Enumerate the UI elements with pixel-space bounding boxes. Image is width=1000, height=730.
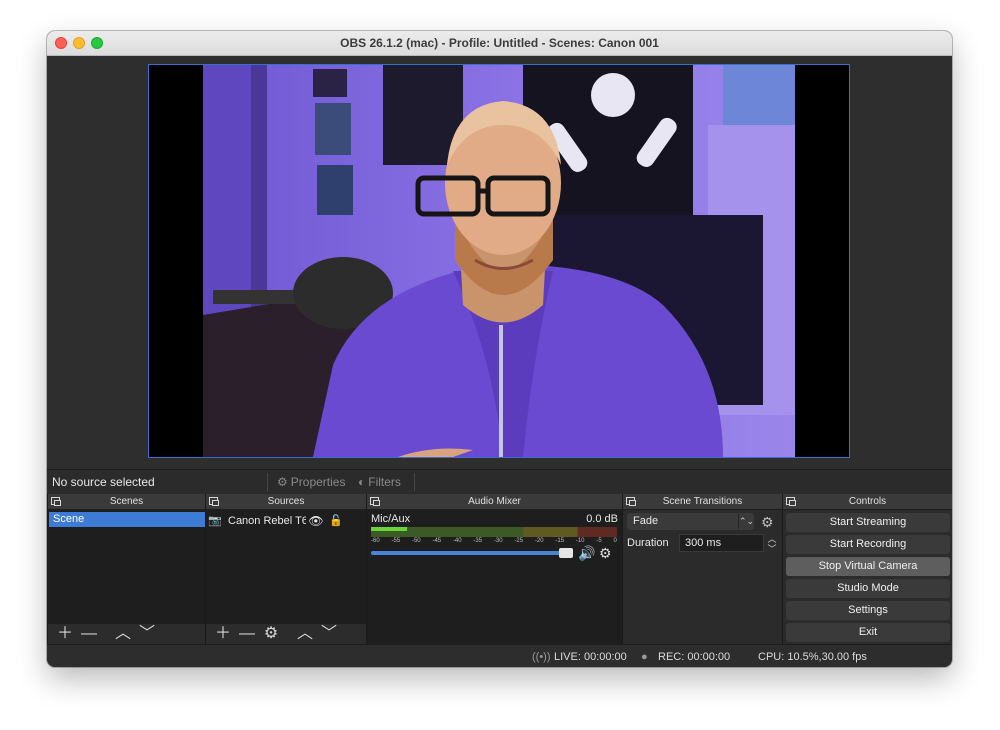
- filters-button[interactable]: ◐ Filters: [358, 472, 401, 492]
- scenes-dock: Scenes Scene ＋ — ︿ ﹀: [47, 494, 205, 644]
- undock-icon[interactable]: [626, 497, 636, 506]
- camera-icon: 📷: [208, 515, 222, 527]
- up-down-chevron-icon: ⌃⌄: [738, 514, 754, 529]
- start-recording-button[interactable]: Start Recording: [786, 535, 950, 554]
- scenes-dock-header: Scenes: [48, 494, 205, 510]
- sources-dock-header: Sources: [206, 494, 366, 510]
- speaker-icon[interactable]: 🔊: [578, 545, 595, 562]
- gear-icon[interactable]: ⚙: [761, 514, 774, 531]
- scene-transitions-dock: Scene Transitions Fade ⌃⌄ ⚙ Duration 300…: [622, 494, 782, 644]
- preview-area: [47, 56, 952, 469]
- live-timer: LIVE: 00:00:00: [554, 651, 627, 663]
- sources-title: Sources: [267, 496, 305, 507]
- undock-icon[interactable]: [209, 497, 219, 506]
- rec-timer: REC: 00:00:00: [658, 651, 731, 663]
- controls-dock-header: Controls: [783, 494, 952, 510]
- filters-label: Filters: [368, 475, 401, 489]
- transition-selected-label: Fade: [633, 515, 659, 527]
- exit-button[interactable]: Exit: [786, 623, 950, 642]
- move-up-icon[interactable]: ︿: [294, 625, 316, 643]
- track-db: 0.0 dB: [586, 513, 618, 525]
- controls-dock: Controls Start Streaming Start Recording…: [782, 494, 952, 644]
- source-settings-gear-icon[interactable]: ⚙: [260, 625, 282, 643]
- undock-icon[interactable]: [786, 497, 796, 506]
- volume-slider-handle[interactable]: [559, 548, 573, 558]
- remove-source-icon[interactable]: —: [236, 625, 258, 643]
- eye-icon[interactable]: 👁: [306, 514, 326, 528]
- move-down-icon[interactable]: ﹀: [318, 625, 340, 643]
- source-list-item[interactable]: 📷 Canon Rebel T6 👁 🔓: [208, 512, 364, 529]
- controls-body: Start Streaming Start Recording Stop Vir…: [783, 510, 952, 644]
- move-up-icon[interactable]: ︿: [112, 625, 134, 643]
- filter-icon: ◐: [358, 475, 366, 489]
- controls-title: Controls: [848, 496, 887, 507]
- cpu-status: CPU: 10.5%,30.00 fps: [758, 651, 867, 663]
- record-dot-icon: ●: [641, 651, 648, 663]
- transitions-title: Scene Transitions: [662, 496, 743, 507]
- duration-stepper[interactable]: ︿ ﹀: [766, 534, 778, 554]
- gear-icon: ⚙: [277, 475, 288, 489]
- toolbar-divider: [267, 473, 268, 491]
- studio-mode-button[interactable]: Studio Mode: [786, 579, 950, 598]
- toolbar-divider: [414, 473, 415, 491]
- add-scene-icon[interactable]: ＋: [54, 625, 76, 643]
- meter-scale: -60 -55 -50 -45 -40 -35 -30 -25 -20 -15 -10 -5 0: [371, 538, 617, 544]
- settings-button[interactable]: Settings: [786, 601, 950, 620]
- scenes-title: Scenes: [109, 496, 144, 507]
- broadcast-icon: ((•)): [532, 651, 551, 663]
- title-bar: OBS 26.1.2 (mac) - Profile: Untitled - S…: [47, 31, 952, 56]
- scenes-toolbar: ＋ — ︿ ﹀: [48, 624, 205, 644]
- add-source-icon[interactable]: ＋: [212, 625, 234, 643]
- stop-virtual-camera-button[interactable]: Stop Virtual Camera: [786, 557, 950, 576]
- preview-canvas[interactable]: [148, 64, 850, 458]
- scene-list-item[interactable]: Scene: [49, 512, 205, 527]
- source-toolbar: No source selected ⚙ Properties ◐ Filter…: [47, 469, 952, 495]
- sources-dock: Sources 📷 Canon Rebel T6 👁 🔓 ＋ — ⚙ ︿ ﹀: [205, 494, 366, 644]
- transitions-dock-header: Scene Transitions: [623, 494, 782, 510]
- undock-icon[interactable]: [51, 497, 61, 506]
- unlock-icon[interactable]: 🔓: [326, 514, 346, 527]
- volume-meter: [371, 527, 617, 537]
- gear-icon[interactable]: ⚙: [599, 545, 612, 562]
- meter-level: [371, 527, 407, 531]
- transitions-body: Fade ⌃⌄ ⚙ Duration 300 ms ︿ ﹀: [623, 510, 782, 644]
- remove-scene-icon[interactable]: —: [78, 625, 100, 643]
- duration-label: Duration: [627, 537, 669, 549]
- properties-button[interactable]: ⚙ Properties: [277, 472, 345, 492]
- move-down-icon[interactable]: ﹀: [136, 625, 158, 643]
- start-streaming-button[interactable]: Start Streaming: [786, 513, 950, 532]
- volume-slider[interactable]: [371, 551, 571, 555]
- status-bar: ((•)) LIVE: 00:00:00 ● REC: 00:00:00 CPU…: [47, 644, 952, 667]
- camera-feed-image: [203, 65, 795, 457]
- sources-toolbar: ＋ — ⚙ ︿ ﹀: [206, 624, 366, 644]
- mixer-title: Audio Mixer: [468, 496, 521, 507]
- mixer-track: Mic/Aux 0.0 dB -60 -55 -50 -45 -40 -35 -30 -25-…: [371, 513, 618, 563]
- mixer-body: Mic/Aux 0.0 dB -60 -55 -50 -45 -40 -35 -30 -25-…: [367, 510, 622, 644]
- no-source-label: No source selected: [52, 475, 155, 489]
- window-title: OBS 26.1.2 (mac) - Profile: Untitled - S…: [340, 36, 659, 50]
- mixer-dock-header: Audio Mixer: [367, 494, 622, 510]
- audio-mixer-dock: Audio Mixer Mic/Aux 0.0 dB -60 -55 -50 -45-…: [366, 494, 622, 644]
- source-name: Canon Rebel T6: [228, 514, 306, 527]
- obs-window: OBS 26.1.2 (mac) - Profile: Untitled - S…: [47, 31, 952, 667]
- properties-label: Properties: [290, 475, 346, 489]
- webcam-person-image: [203, 65, 795, 457]
- duration-input[interactable]: 300 ms: [679, 534, 764, 552]
- track-name: Mic/Aux: [371, 513, 411, 525]
- transition-select[interactable]: Fade ⌃⌄: [627, 513, 754, 530]
- undock-icon[interactable]: [370, 497, 380, 506]
